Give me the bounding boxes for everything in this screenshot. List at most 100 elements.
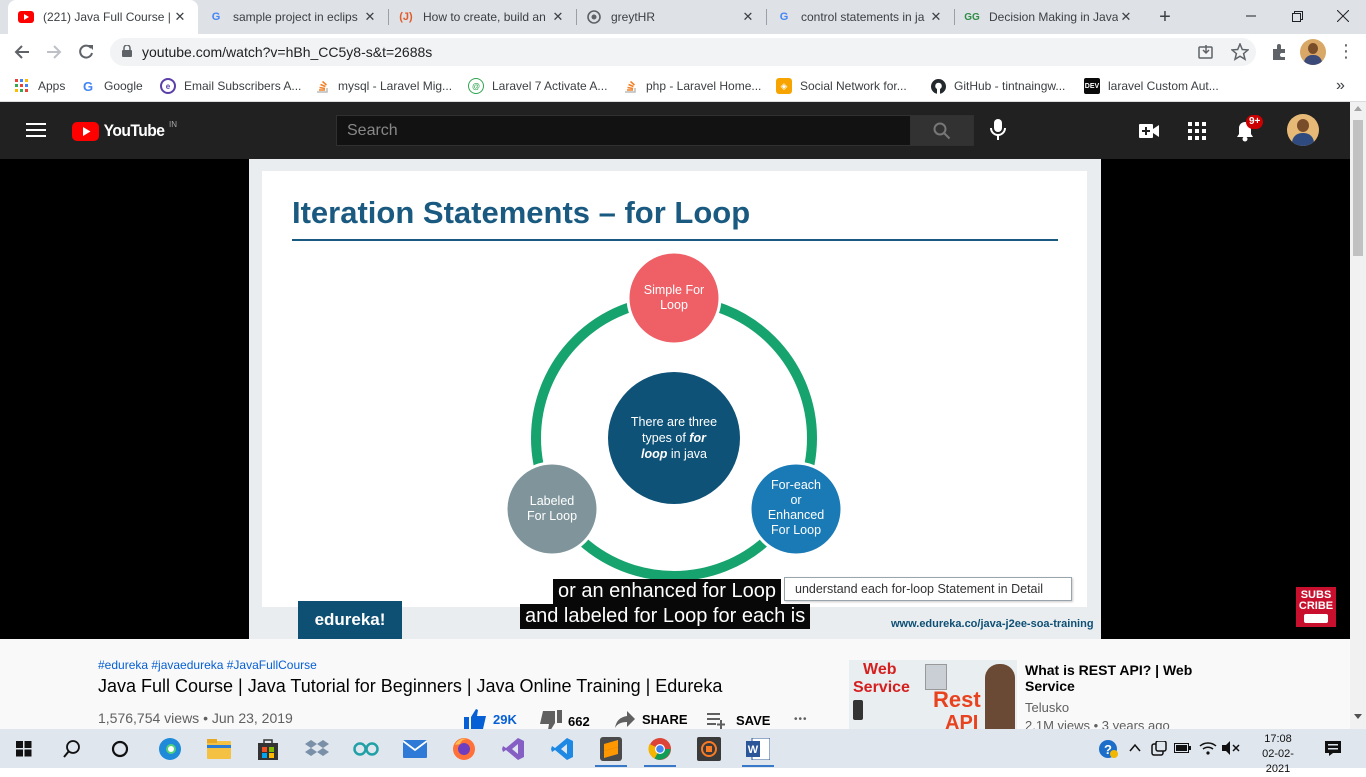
chrome-icon[interactable] — [640, 733, 680, 767]
address-bar[interactable]: youtube.com/watch?v=hBh_CC5y8-s&t=2688s — [110, 38, 1256, 66]
tab-greythr[interactable]: greytHR ✕ — [576, 0, 766, 34]
tab-how-to-create[interactable]: (J) How to create, build an ✕ — [388, 0, 576, 34]
store-icon[interactable] — [248, 733, 288, 764]
battery-icon[interactable] — [1174, 742, 1192, 757]
notifications-badge: 9+ — [1246, 115, 1264, 129]
youtube-logo[interactable]: YouTube IN — [72, 119, 177, 141]
microphone-icon[interactable] — [990, 119, 1006, 144]
menu-kebab-icon[interactable]: ⋮ — [1337, 42, 1355, 60]
search-icon — [933, 122, 951, 139]
minimize-icon[interactable] — [1228, 0, 1274, 32]
taskbar-clock[interactable]: 17:08 02-02-2021 — [1250, 732, 1306, 777]
bookmark-email-subscribers[interactable]: e Email Subscribers A... — [160, 76, 301, 96]
tab-strip: (221) Java Full Course | ✕ G sample proj… — [0, 0, 1366, 34]
tab-close-icon[interactable]: ✕ — [362, 9, 378, 25]
scroll-up-icon[interactable] — [1354, 106, 1362, 111]
video-player[interactable]: Iteration Statements – for Loop Simple F… — [0, 159, 1350, 639]
bookmark-laravel-7[interactable]: @ Laravel 7 Activate A... — [468, 76, 607, 96]
lock-icon[interactable] — [122, 44, 132, 60]
search-input[interactable]: Search — [336, 115, 911, 146]
back-icon[interactable] — [8, 38, 36, 66]
url-text[interactable]: youtube.com/watch?v=hBh_CC5y8-s&t=2688s — [142, 44, 432, 60]
geeksforgeeks-icon: GG — [964, 11, 980, 23]
tab-decision-making[interactable]: GG Decision Making in Java ✕ — [954, 0, 1144, 34]
volume-muted-icon[interactable] — [1222, 741, 1240, 758]
tab-control-statements[interactable]: G control statements in ja ✕ — [766, 0, 954, 34]
save-button[interactable]: SAVE — [707, 711, 770, 729]
github-icon — [930, 78, 946, 94]
firefox-icon[interactable] — [444, 733, 484, 764]
xampp-icon[interactable] — [689, 733, 729, 764]
restore-icon[interactable] — [1274, 0, 1320, 32]
help-icon[interactable]: ? — [1098, 739, 1118, 762]
circle-top-line-1: Simple For — [644, 283, 704, 297]
wifi-icon[interactable] — [1199, 741, 1217, 758]
show-hidden-icons[interactable] — [1128, 741, 1142, 758]
scrollbar-thumb[interactable] — [1353, 120, 1363, 256]
create-video-icon[interactable] — [1139, 124, 1159, 141]
vscode-icon[interactable] — [542, 733, 582, 764]
bookmarks-bar: Apps G Google e Email Subscribers A... m… — [0, 70, 1366, 102]
tab-close-icon[interactable]: ✕ — [928, 9, 944, 25]
site-icon: @ — [468, 78, 484, 94]
google-icon: G — [82, 78, 94, 94]
apps-grid-icon[interactable] — [1188, 122, 1206, 143]
profile-avatar[interactable] — [1300, 39, 1326, 65]
tab-close-icon[interactable]: ✕ — [740, 9, 756, 25]
tab-close-icon[interactable]: ✕ — [172, 9, 188, 25]
word-icon[interactable]: W — [738, 733, 778, 767]
tab-close-icon[interactable]: ✕ — [1118, 9, 1134, 25]
file-explorer-icon[interactable] — [199, 733, 239, 764]
mail-icon[interactable] — [395, 733, 435, 764]
bookmark-label: Laravel 7 Activate A... — [492, 79, 608, 93]
search-button[interactable] — [910, 115, 974, 146]
more-bookmarks-icon[interactable]: » — [1336, 76, 1345, 96]
account-avatar[interactable] — [1287, 114, 1319, 146]
country-code: IN — [169, 119, 177, 129]
tab-close-icon[interactable]: ✕ — [550, 9, 566, 25]
extensions-icon[interactable] — [1270, 43, 1288, 64]
reload-icon[interactable] — [72, 38, 100, 66]
recommended-thumbnail[interactable]: Web Service Rest API — [849, 660, 1017, 729]
tab-youtube[interactable]: (221) Java Full Course | ✕ — [8, 0, 198, 34]
subscribe-line-2: CRIBE — [1298, 600, 1334, 612]
taskbar-tray-icon[interactable] — [1151, 740, 1167, 760]
like-button[interactable]: 29K — [464, 708, 517, 730]
more-actions-icon[interactable]: ••• — [794, 714, 808, 725]
new-tab-button[interactable]: + — [1152, 4, 1178, 30]
slide-info-box: understand each for-loop Statement in De… — [784, 577, 1072, 601]
recommended-title[interactable]: What is REST API? | Web Service — [1025, 662, 1215, 694]
bookmark-github[interactable]: GitHub - tintnaingw... — [930, 76, 1065, 96]
thumb-text-web: Web — [863, 661, 897, 678]
action-center-icon[interactable] — [1324, 740, 1342, 760]
bookmark-google[interactable]: G Google — [80, 76, 143, 96]
sublime-text-icon[interactable] — [591, 733, 631, 767]
bookmark-star-icon[interactable] — [1230, 42, 1250, 64]
video-frame: Iteration Statements – for Loop Simple F… — [249, 159, 1101, 639]
bookmark-php-laravel[interactable]: php - Laravel Home... — [622, 76, 761, 96]
scroll-down-icon[interactable] — [1354, 714, 1362, 719]
recommended-channel[interactable]: Telusko — [1025, 700, 1069, 715]
windows-start-icon[interactable] — [4, 733, 44, 764]
dropbox-icon[interactable] — [297, 733, 337, 764]
tab-sample-project[interactable]: G sample project in eclips ✕ — [198, 0, 388, 34]
edge-icon[interactable] — [150, 733, 190, 764]
globe-icon — [586, 9, 602, 25]
subscribe-watermark[interactable]: SUBS CRIBE — [1296, 587, 1336, 627]
arduino-icon[interactable] — [346, 733, 386, 764]
visual-studio-icon[interactable] — [493, 733, 533, 764]
forward-icon[interactable] — [40, 38, 68, 66]
bookmark-laravel-custom[interactable]: DEV laravel Custom Aut... — [1084, 76, 1219, 96]
hamburger-menu-icon[interactable] — [26, 122, 46, 141]
cortana-icon[interactable] — [100, 733, 140, 764]
close-window-icon[interactable] — [1320, 0, 1366, 32]
bookmark-mysql-laravel[interactable]: mysql - Laravel Mig... — [314, 76, 452, 96]
page-scrollbar[interactable] — [1350, 102, 1366, 729]
bookmark-social-network[interactable]: ◈ Social Network for... — [776, 76, 907, 96]
bookmark-apps[interactable]: Apps — [14, 76, 65, 96]
install-app-icon[interactable] — [1198, 44, 1214, 63]
video-hashtags[interactable]: #edureka #javaedureka #JavaFullCourse — [98, 658, 317, 672]
taskbar-search-icon[interactable] — [52, 733, 92, 764]
share-button[interactable]: SHARE — [614, 710, 688, 728]
svg-text:types of for: types of for — [642, 431, 707, 445]
